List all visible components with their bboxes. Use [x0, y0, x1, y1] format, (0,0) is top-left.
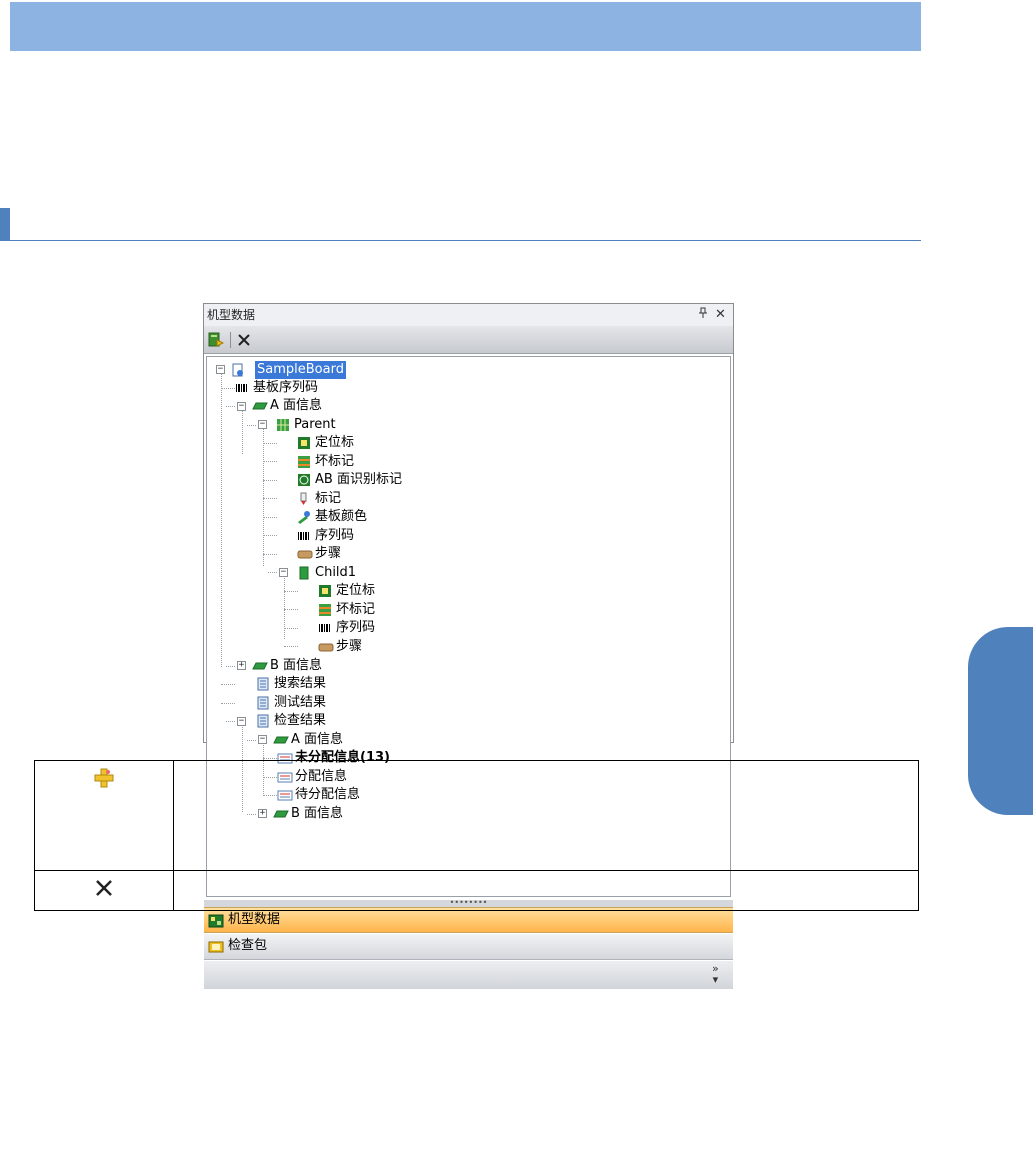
step-icon: [297, 547, 313, 561]
model-data-icon: [208, 913, 224, 928]
document-icon: [256, 714, 270, 728]
bad-mark-icon: [297, 455, 311, 469]
node-label: 定位标: [315, 435, 355, 450]
node-label: 测试结果: [274, 695, 327, 710]
collapse-toggle[interactable]: −: [279, 568, 288, 577]
node-label: B 面信息: [270, 658, 323, 673]
section-rule: [10, 240, 921, 241]
add-plus-icon: [94, 768, 114, 788]
collapse-toggle[interactable]: −: [237, 717, 246, 726]
green-plate-icon: [252, 659, 268, 673]
legend-row: [34, 760, 919, 871]
node-label: 基板序列码: [253, 380, 319, 395]
child-board-icon: [297, 566, 311, 580]
legend-icon-cell: [34, 870, 174, 911]
board-file-icon: [231, 363, 245, 377]
node-label: 标记: [315, 491, 342, 506]
node-label: 坏标记: [315, 454, 355, 469]
node-label: AB 面识别标记: [315, 472, 402, 487]
node-label: Parent: [294, 417, 336, 432]
legend-description: [173, 760, 919, 871]
chapter-side-tab: [968, 627, 1033, 815]
toolbar-separator: [230, 332, 231, 348]
collapse-toggle[interactable]: −: [237, 402, 246, 411]
expand-toggle[interactable]: +: [237, 661, 246, 670]
barcode-icon: [235, 381, 249, 395]
model-data-panel: 机型数据 ✕ − − − − + − − + SampleBoard 基板序列码…: [203, 303, 734, 989]
collapse-toggle[interactable]: −: [216, 365, 225, 374]
collapse-toggle[interactable]: −: [258, 735, 267, 744]
step-icon: [318, 640, 334, 654]
legend-table: [34, 760, 919, 911]
panel-title: 机型数据: [207, 308, 256, 322]
node-label: 检查结果: [274, 713, 327, 728]
close-icon[interactable]: ✕: [715, 304, 726, 326]
node-label: 序列码: [315, 528, 355, 543]
node-label: A 面信息: [270, 398, 323, 413]
document-icon: [256, 677, 270, 691]
node-label: Child1: [315, 565, 357, 580]
color-icon: [297, 510, 311, 524]
node-label: 搜索结果: [274, 676, 327, 691]
ab-mark-icon: [297, 473, 311, 487]
add-model-icon[interactable]: [208, 332, 225, 348]
barcode-icon: [297, 529, 311, 543]
legend-row: [34, 870, 919, 911]
fiducial-icon: [318, 584, 332, 598]
node-label: 定位标: [336, 583, 376, 598]
green-plate-icon: [273, 733, 289, 747]
legend-description: [173, 870, 919, 911]
node-label: A 面信息: [291, 732, 344, 747]
panel-title-bar: 机型数据 ✕: [204, 304, 733, 326]
node-label: 坏标记: [336, 602, 376, 617]
section-marker: [0, 208, 10, 241]
delete-icon: [94, 878, 114, 898]
barcode-icon: [318, 621, 332, 635]
tab-label: 检查包: [228, 938, 268, 953]
tab-inspection-package[interactable]: 检查包: [204, 934, 733, 960]
tab-overflow-bar: » ▾: [204, 961, 733, 989]
node-label: SampleBoard: [255, 361, 346, 379]
chevron-down-icon: ▾: [712, 973, 719, 986]
node-label: 序列码: [336, 620, 376, 635]
pin-icon[interactable]: [698, 304, 708, 326]
node-label: 步骤: [336, 639, 363, 654]
pen-mark-icon: [297, 492, 311, 506]
inspection-package-icon: [208, 939, 224, 953]
legend-icon-cell: [34, 760, 174, 871]
overflow-button[interactable]: » ▾: [712, 963, 719, 985]
bad-mark-icon: [318, 603, 332, 617]
tab-label: 机型数据: [228, 912, 281, 927]
node-label: 步骤: [315, 546, 342, 561]
header-bar: [10, 2, 921, 51]
collapse-toggle[interactable]: −: [258, 420, 267, 429]
panel-toolbar: [204, 326, 733, 354]
circuit-grid-icon: [276, 418, 290, 432]
delete-icon[interactable]: [236, 332, 252, 348]
fiducial-icon: [297, 436, 311, 450]
document-icon: [256, 696, 270, 710]
green-plate-icon: [252, 399, 268, 413]
node-label: 基板颜色: [315, 509, 368, 524]
